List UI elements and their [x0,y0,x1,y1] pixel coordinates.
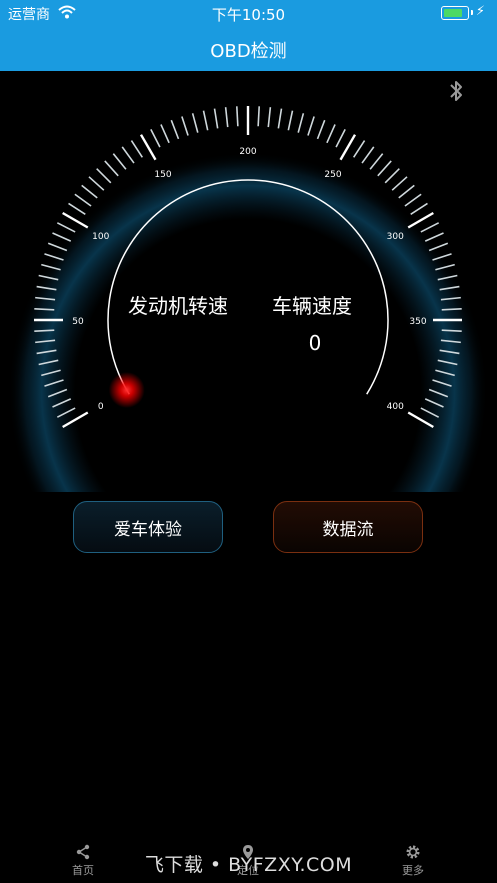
gauge-minor-tick [236,106,239,127]
gauge-minor-tick [369,153,384,170]
gauge-tick-label: 350 [409,317,426,327]
gauge-tick-label: 300 [387,232,404,242]
gauge-minor-tick [88,176,105,191]
gauge-minor-tick [384,168,400,184]
engine-rpm-label: 发动机转速 [128,294,228,318]
gauge-minor-tick [335,128,346,148]
gauge-minor-tick [170,119,180,140]
gauge-minor-tick [441,308,462,311]
clock: 下午10:50 [211,6,286,24]
gauge-minor-tick [420,222,440,233]
watermark: 飞下载 • BYFZXY.COM [144,854,353,876]
gauge-minor-tick [74,193,92,207]
gauge-minor-tick [316,119,326,140]
gauge-minor-tick [267,107,272,128]
gauge-minor-tick [361,146,375,164]
gauge-minor-tick [112,153,127,170]
speedometer-gauge: 0 50 100 150 200 250 300 350 400 [8,106,488,492]
gauge-minor-tick [307,116,315,136]
nav-bar: OBD检测 [0,26,497,71]
battery-icon [441,6,473,20]
gauge-minor-tick [391,176,408,191]
gauge-minor-tick [181,116,189,136]
gauge-minor-tick [202,110,209,131]
gauge-tick-label: 0 [98,402,104,412]
gauge-minor-tick [257,106,260,127]
needle-indicator [108,372,145,408]
gauge-minor-tick [404,193,422,207]
gauge-tick-label: 50 [72,317,84,327]
gauge-minor-tick [441,329,462,332]
data-stream-button[interactable]: 数据流 [273,501,423,553]
gauge-minor-tick [213,108,219,129]
status-bar: 运营商 下午10:50 ⚡ [0,0,497,26]
gauge-minor-tick [160,124,170,144]
gauge-minor-tick [287,110,294,131]
gauge-minor-tick [410,202,428,216]
gauge-minor-tick [150,128,161,148]
gauge-tick-label: 150 [154,170,171,180]
gauge-tick-label: 200 [239,147,256,157]
gauge-minor-tick [121,146,135,164]
car-experience-button[interactable]: 爱车体验 [73,501,223,553]
gauge-tick-label: 100 [92,232,109,242]
vehicle-speed-value: 0 [308,331,322,355]
gauge-minor-tick [34,308,55,311]
gauge-minor-tick [191,113,199,133]
gauge-tick-label: 250 [324,170,341,180]
charging-icon: ⚡ [475,4,485,19]
gauge-tick-label: 400 [387,402,404,412]
gauge-minor-tick [96,168,112,184]
gauge-minor-tick [352,140,366,158]
gauge-minor-tick [297,113,305,133]
gauge-major-tick [139,134,157,161]
page-title: OBD检测 [210,41,287,62]
gauge-minor-tick [68,202,86,216]
gauge-minor-tick [56,222,76,233]
gauge-minor-tick [224,107,229,128]
gauge-minor-tick [81,184,98,199]
gauge-minor-tick [277,108,283,129]
gauge-minor-tick [34,329,55,332]
gauge-minor-tick [398,184,415,199]
gauge-minor-tick [377,160,392,177]
vehicle-speed-label: 车辆速度 [272,294,352,318]
gauge-major-tick [339,134,357,161]
gauge-minor-tick [130,140,144,158]
gauge-minor-tick [104,160,119,177]
gauge-minor-tick [326,124,336,144]
